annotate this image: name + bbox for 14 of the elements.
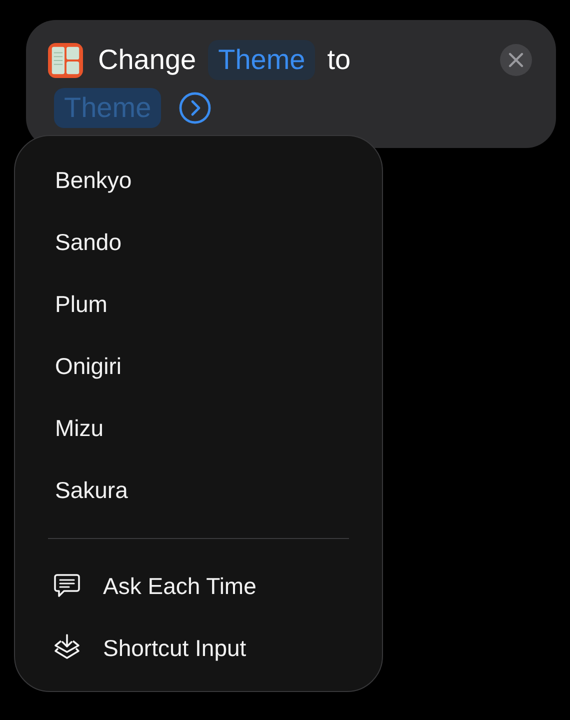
menu-item[interactable]: Ask Each Time bbox=[103, 572, 256, 600]
menu-item[interactable]: Mizu bbox=[15, 397, 382, 459]
menu-item[interactable]: Plum bbox=[15, 273, 382, 335]
parameter-token[interactable]: Theme bbox=[208, 40, 316, 80]
menu-item[interactable]: Sakura bbox=[15, 459, 382, 521]
menu-item[interactable]: Shortcut Input bbox=[103, 634, 246, 662]
action-text: Change bbox=[98, 44, 196, 76]
menu-item[interactable]: Onigiri bbox=[15, 335, 382, 397]
app-icon bbox=[48, 42, 83, 78]
chevron-circle-icon[interactable] bbox=[179, 92, 212, 124]
menu-item[interactable]: Benkyo bbox=[15, 149, 382, 211]
close-button[interactable] bbox=[500, 44, 532, 76]
menu-item[interactable]: Sando bbox=[15, 211, 382, 273]
action-text: to bbox=[327, 44, 351, 76]
